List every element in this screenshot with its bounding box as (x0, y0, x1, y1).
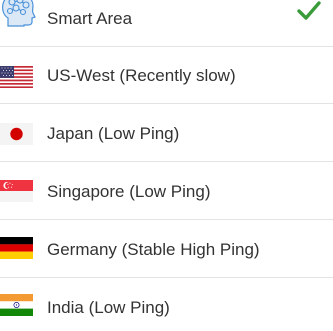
server-item-japan[interactable]: Japan (Low Ping) (0, 105, 333, 162)
server-list: Smart Area US-West (Recently slow) Japan… (0, 0, 333, 331)
server-label: US-West (Recently slow) (47, 66, 236, 85)
server-label: India (Low Ping) (47, 298, 170, 317)
japan-flag-icon (0, 123, 33, 145)
divider (0, 103, 333, 104)
divider (0, 219, 333, 220)
checkmark-icon (297, 1, 321, 20)
us-flag-icon (0, 66, 33, 88)
server-label: Singapore (Low Ping) (47, 182, 211, 201)
divider (0, 277, 333, 278)
server-item-us-west[interactable]: US-West (Recently slow) (0, 47, 333, 104)
server-item-india[interactable]: India (Low Ping) (0, 279, 333, 331)
divider (0, 161, 333, 162)
brain-head-icon (2, 0, 36, 27)
singapore-flag-icon (0, 180, 33, 202)
india-flag-icon (0, 294, 33, 316)
server-item-singapore[interactable]: Singapore (Low Ping) (0, 163, 333, 220)
germany-flag-icon (0, 237, 33, 259)
server-item-germany[interactable]: Germany (Stable High Ping) (0, 221, 333, 278)
server-label: Germany (Stable High Ping) (47, 240, 260, 259)
server-item-smart-area[interactable]: Smart Area (0, 0, 333, 47)
server-label: Japan (Low Ping) (47, 124, 180, 143)
server-label: Smart Area (47, 9, 133, 28)
